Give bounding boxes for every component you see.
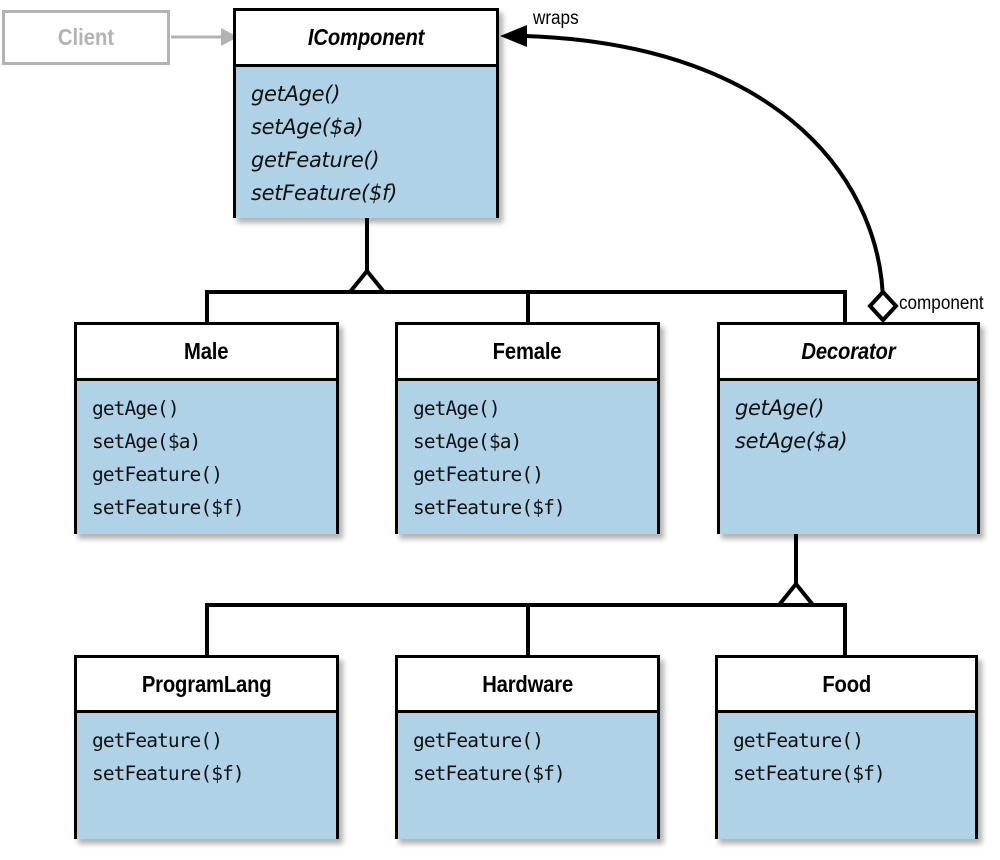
edge-label-component: component <box>899 293 984 314</box>
uml-class-diagram: Client IComponent getAge() setAge($a) ge… <box>0 0 1000 860</box>
class-box-programlang[interactable]: ProgramLang getFeature() setFeature($f) <box>74 655 339 839</box>
client-box[interactable]: Client <box>2 10 170 65</box>
method-item: getFeature() <box>92 463 223 486</box>
class-box-food[interactable]: Food getFeature() setFeature($f) <box>715 655 978 839</box>
client-to-icomponent-arrow <box>171 28 238 46</box>
edge-label-wraps: wraps <box>533 8 579 29</box>
class-title-female: Female <box>493 338 562 364</box>
class-title-decorator: Decorator <box>801 338 896 364</box>
class-box-male[interactable]: Male getAge() setAge($a) getFeature() se… <box>74 322 339 534</box>
client-label: Client <box>57 24 115 50</box>
class-box-hardware[interactable]: Hardware getFeature() setFeature($f) <box>395 655 660 839</box>
class-header-decorator: Decorator <box>720 325 977 381</box>
method-item: setAge($a) <box>251 115 364 139</box>
method-item: setFeature($f) <box>413 762 566 785</box>
method-item: getFeature() <box>251 148 380 172</box>
method-item: setFeature($f) <box>92 762 245 785</box>
method-item: getFeature() <box>413 463 544 486</box>
method-item: setAge($a) <box>92 430 201 453</box>
class-title-food: Food <box>822 670 871 697</box>
method-item: getFeature() <box>733 729 864 752</box>
class-box-female[interactable]: Female getAge() setAge($a) getFeature() … <box>395 322 660 534</box>
method-item: getAge() <box>92 397 180 420</box>
class-header-hardware: Hardware <box>398 658 657 713</box>
class-methods-food: getFeature() setFeature($f) <box>718 713 975 839</box>
method-item: setFeature($f) <box>733 762 886 785</box>
class-methods-male: getAge() setAge($a) getFeature() setFeat… <box>77 381 336 534</box>
class-header-programlang: ProgramLang <box>77 658 336 713</box>
method-item: setAge($a) <box>735 429 848 453</box>
class-methods-icomponent: getAge() setAge($a) getFeature() setFeat… <box>236 67 496 218</box>
class-box-icomponent[interactable]: IComponent getAge() setAge($a) getFeatur… <box>233 8 499 218</box>
class-title-male: Male <box>184 338 229 364</box>
class-methods-hardware: getFeature() setFeature($f) <box>398 713 657 839</box>
method-item: getFeature() <box>92 729 223 752</box>
method-item: setFeature($f) <box>413 496 566 519</box>
method-item: setFeature($f) <box>251 181 397 205</box>
method-item: setAge($a) <box>413 430 522 453</box>
icomponent-generalization-edges <box>205 216 847 324</box>
method-item: getAge() <box>413 397 501 420</box>
class-box-decorator[interactable]: Decorator getAge() setAge($a) <box>717 322 980 534</box>
class-methods-female: getAge() setAge($a) getFeature() setFeat… <box>398 381 657 534</box>
class-title-hardware: Hardware <box>482 670 573 697</box>
class-header-food: Food <box>718 658 975 713</box>
method-item: getAge() <box>251 82 341 106</box>
decorator-generalization-edges <box>205 533 847 657</box>
class-title-icomponent: IComponent <box>307 24 425 50</box>
class-header-male: Male <box>77 325 336 381</box>
method-item: getAge() <box>735 396 825 420</box>
class-header-female: Female <box>398 325 657 381</box>
class-methods-decorator: getAge() setAge($a) <box>720 381 977 534</box>
class-methods-programlang: getFeature() setFeature($f) <box>77 713 336 839</box>
class-title-programlang: ProgramLang <box>141 670 272 697</box>
class-header-icomponent: IComponent <box>236 11 496 67</box>
wraps-aggregation-edge <box>500 25 899 323</box>
method-item: setFeature($f) <box>92 496 245 519</box>
method-item: getFeature() <box>413 729 544 752</box>
